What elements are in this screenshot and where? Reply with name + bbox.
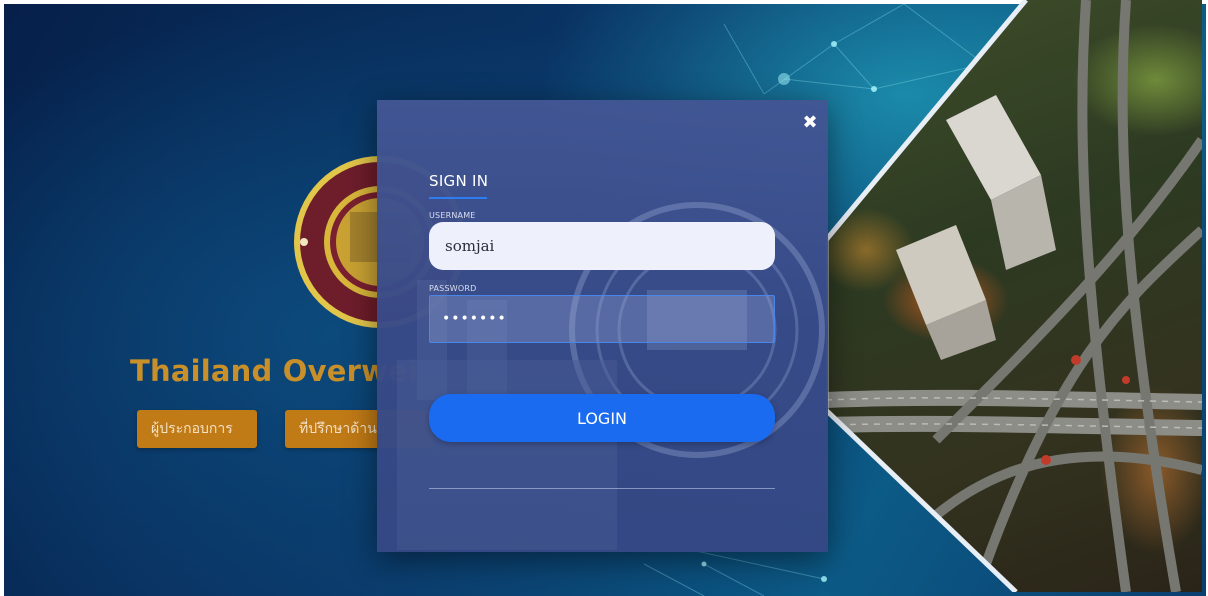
signin-title-underline: [429, 197, 487, 199]
signin-modal: ✖ SIGN IN USERNAME PASSWORD LOGIN: [377, 100, 828, 552]
password-label: PASSWORD: [429, 284, 477, 293]
close-icon[interactable]: ✖: [801, 114, 819, 132]
signin-title: SIGN IN: [429, 172, 489, 190]
hero-title: Thailand Overwei: [130, 354, 419, 388]
username-input[interactable]: [429, 222, 775, 270]
operator-button[interactable]: ผู้ประกอบการ: [137, 410, 257, 448]
login-button[interactable]: LOGIN: [429, 394, 775, 442]
modal-divider: [429, 488, 775, 489]
password-input[interactable]: [429, 295, 775, 343]
username-label: USERNAME: [429, 211, 476, 220]
